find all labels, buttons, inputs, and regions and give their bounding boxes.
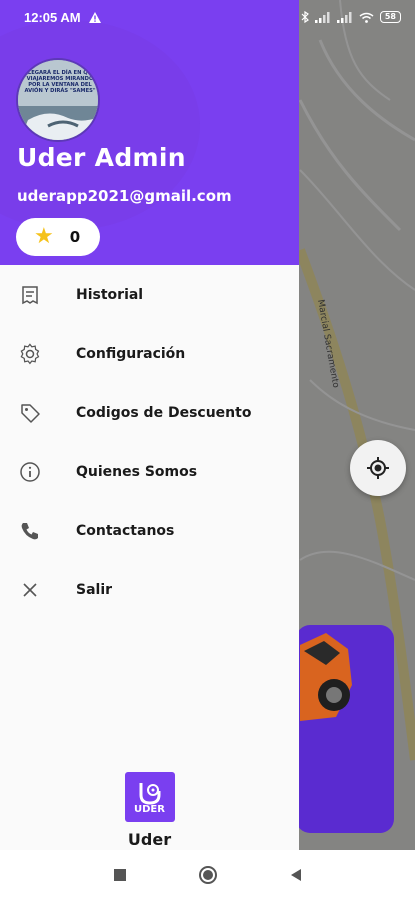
menu-item-codigos-descuento[interactable]: Codigos de Descuento xyxy=(0,383,299,442)
car-image xyxy=(300,633,352,721)
menu-label: Configuración xyxy=(76,345,186,362)
drawer-menu: Historial Configuración Codigos de Descu… xyxy=(0,265,299,619)
back-triangle-icon xyxy=(290,869,301,881)
menu-label: Contactanos xyxy=(76,522,175,539)
brand-name: Uder xyxy=(127,830,172,849)
close-icon xyxy=(18,578,42,602)
phone-icon xyxy=(18,519,42,543)
signal-icon xyxy=(314,11,330,23)
wifi-icon xyxy=(359,12,374,23)
menu-item-salir[interactable]: Salir xyxy=(0,560,299,619)
menu-item-historial[interactable]: Historial xyxy=(0,265,299,324)
menu-label: Codigos de Descuento xyxy=(76,404,252,421)
status-time: 12:05 AM xyxy=(24,9,81,25)
logo-text: UDER xyxy=(134,803,165,815)
avatar[interactable]: LLEGARÁ EL DÍA EN QUE VIAJAREMOS MIRANDO… xyxy=(16,58,100,142)
menu-item-contactanos[interactable]: Contactanos xyxy=(0,501,299,560)
rating-value: 0 xyxy=(69,228,81,246)
info-icon xyxy=(18,460,42,484)
crosshair-icon xyxy=(367,457,389,479)
status-bar: 12:05 AM 58 xyxy=(0,0,415,34)
star-icon: ★ xyxy=(34,224,54,249)
menu-label: Historial xyxy=(76,286,144,303)
back-button[interactable] xyxy=(284,863,308,887)
my-location-button[interactable] xyxy=(350,440,406,496)
system-nav-bar xyxy=(0,850,415,900)
navigation-drawer: LLEGARÁ EL DÍA EN QUE VIAJAREMOS MIRANDO… xyxy=(0,0,299,850)
menu-label: Quienes Somos xyxy=(76,463,198,480)
circle-icon xyxy=(198,866,217,884)
uder-logo: UDER xyxy=(124,772,175,822)
brand-footer: UDER Uder xyxy=(0,772,299,849)
home-button[interactable] xyxy=(196,863,220,887)
user-name: Uder Admin xyxy=(17,143,186,172)
drawer-header: LLEGARÁ EL DÍA EN QUE VIAJAREMOS MIRANDO… xyxy=(0,0,299,265)
tag-icon xyxy=(18,401,42,425)
promo-card[interactable] xyxy=(296,625,394,833)
user-email: uderapp2021@gmail.com xyxy=(17,187,232,205)
recents-button[interactable] xyxy=(108,863,132,887)
avatar-caption: LLEGARÁ EL DÍA EN QUE VIAJAREMOS MIRANDO… xyxy=(24,70,96,94)
gear-icon xyxy=(18,342,42,366)
signal-icon-2 xyxy=(336,11,352,23)
bluetooth-icon xyxy=(301,11,309,23)
menu-item-quienes-somos[interactable]: Quienes Somos xyxy=(0,442,299,501)
logo-mark-icon xyxy=(139,782,160,805)
warning-icon xyxy=(88,11,101,23)
battery-indicator: 58 xyxy=(379,11,401,23)
menu-label: Salir xyxy=(76,581,113,598)
receipt-icon xyxy=(18,283,42,307)
square-icon xyxy=(113,869,126,881)
menu-item-configuracion[interactable]: Configuración xyxy=(0,324,299,383)
rating-badge: ★ 0 xyxy=(16,218,100,256)
